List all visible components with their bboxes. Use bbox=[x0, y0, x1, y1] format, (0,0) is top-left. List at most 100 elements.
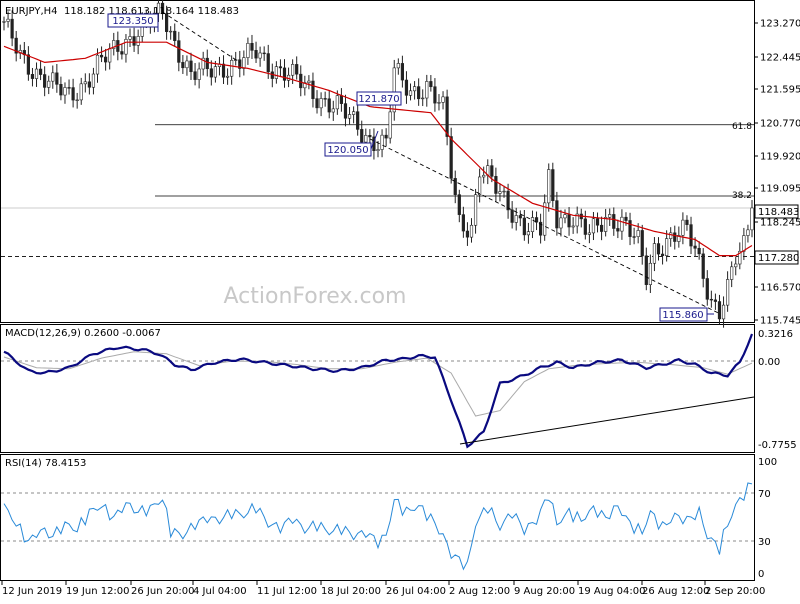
candle-body bbox=[604, 217, 608, 232]
swing-label-top-text: 123.350 bbox=[112, 16, 153, 27]
candle-body bbox=[494, 176, 498, 194]
candle-body bbox=[173, 30, 177, 41]
candle-body bbox=[721, 304, 726, 320]
candle-body bbox=[656, 243, 661, 255]
candle-body bbox=[433, 86, 437, 104]
swing-label-mid-low: 120.050 bbox=[324, 142, 372, 157]
candle-body bbox=[620, 216, 624, 232]
candle-body bbox=[38, 68, 43, 75]
candle-body bbox=[136, 36, 140, 46]
candle-body bbox=[26, 54, 30, 75]
candle-body bbox=[242, 57, 246, 69]
candle-body bbox=[213, 66, 217, 78]
candle-body bbox=[55, 72, 59, 85]
candle-body bbox=[230, 59, 234, 77]
candle-body bbox=[437, 102, 441, 104]
candle-body bbox=[83, 81, 87, 85]
candle-body bbox=[616, 228, 620, 232]
candle-body bbox=[648, 262, 652, 285]
candle-body bbox=[518, 215, 522, 219]
last-price-marker-text: 118.483 bbox=[758, 207, 799, 218]
swing-label-mid-low-text: 120.050 bbox=[327, 145, 368, 156]
candle-body bbox=[75, 99, 79, 101]
candle-body bbox=[412, 86, 417, 92]
candle-body bbox=[189, 60, 193, 73]
last-price-marker: 118.483 bbox=[754, 204, 799, 219]
candle-body bbox=[193, 71, 197, 80]
candle-body bbox=[559, 217, 563, 229]
candle-body bbox=[746, 229, 750, 236]
candle-body bbox=[225, 75, 230, 78]
candle-body bbox=[705, 278, 709, 300]
macd-panel-frame bbox=[0, 324, 755, 453]
candle-body bbox=[506, 190, 510, 211]
candle-body bbox=[685, 219, 689, 225]
candle-body bbox=[128, 36, 132, 40]
eurjpy-h4-chart[interactable]: ActionForex.com EURJPY,H4 118.182 118.61… bbox=[0, 0, 800, 600]
candle-body bbox=[469, 224, 474, 238]
candle-body bbox=[583, 218, 587, 235]
candle-body bbox=[510, 209, 514, 223]
candle-body bbox=[181, 62, 185, 69]
candle-body bbox=[750, 207, 754, 231]
candle-body bbox=[514, 215, 518, 223]
candle-body bbox=[644, 255, 648, 285]
price-y-tick-label: 123.270 bbox=[760, 19, 800, 30]
candle-body bbox=[709, 298, 713, 301]
candle-body bbox=[449, 136, 453, 179]
candle-body bbox=[63, 87, 67, 96]
candle-body bbox=[701, 253, 705, 279]
candle-body bbox=[717, 301, 722, 320]
x-tick-label: 11 Jul 12:00 bbox=[257, 586, 317, 597]
candle-body bbox=[331, 108, 335, 113]
x-tick-label: 19 Jun 12:00 bbox=[66, 586, 130, 597]
swing-label-bottom: 115.860 bbox=[659, 307, 708, 322]
price-y-tick-label: 119.920 bbox=[760, 152, 800, 163]
candle-body bbox=[99, 54, 104, 58]
candle-body bbox=[665, 238, 669, 256]
candle-body bbox=[526, 231, 531, 236]
candle-body bbox=[417, 86, 421, 100]
price-y-tick-label: 115.745 bbox=[760, 316, 800, 327]
candle-body bbox=[246, 43, 250, 58]
price-y-tick-label: 121.595 bbox=[760, 85, 800, 96]
candle-body bbox=[697, 247, 701, 255]
swing-label-bottom-text: 115.860 bbox=[662, 310, 703, 321]
macd-tick-zero: 0.00 bbox=[758, 357, 780, 368]
candle-body bbox=[502, 190, 506, 193]
macd-title: MACD(12,26,9) 0.2600 -0.0067 bbox=[5, 328, 161, 339]
candle-body bbox=[291, 64, 295, 76]
candle-body bbox=[652, 243, 657, 264]
candle-body bbox=[132, 36, 136, 46]
candle-body bbox=[319, 98, 323, 109]
candle-body bbox=[360, 129, 364, 143]
candle-body bbox=[628, 220, 632, 237]
candle-body bbox=[91, 73, 96, 88]
candle-body bbox=[356, 111, 360, 130]
candle-body bbox=[250, 43, 254, 51]
candle-body bbox=[376, 149, 380, 151]
candle-body bbox=[681, 219, 685, 236]
candle-body bbox=[632, 236, 636, 238]
candle-body bbox=[636, 230, 640, 237]
candle-body bbox=[498, 191, 502, 194]
x-tick-label: 12 Jun 2019 bbox=[2, 586, 62, 597]
candle-body bbox=[713, 299, 718, 302]
rsi-tick-100: 100 bbox=[758, 457, 777, 468]
candle-body bbox=[404, 79, 409, 96]
candle-body bbox=[323, 98, 327, 100]
candle-body bbox=[595, 218, 600, 226]
candle-body bbox=[563, 214, 567, 219]
rsi-tick-70: 70 bbox=[758, 489, 771, 500]
candle-body bbox=[30, 74, 35, 79]
x-tick-label: 4 Jul 04:00 bbox=[193, 586, 247, 597]
candle-body bbox=[473, 194, 478, 226]
candle-body bbox=[347, 114, 352, 119]
fib-61-8-label: 61.8 bbox=[732, 122, 752, 132]
candle-body bbox=[567, 214, 571, 228]
candle-body bbox=[640, 230, 644, 257]
candle-body bbox=[461, 214, 465, 232]
candle-body bbox=[221, 63, 226, 78]
macd-y-axis: 0.3216 0.00 -0.7755 bbox=[758, 329, 797, 451]
level-marker-text: 117.280 bbox=[758, 253, 799, 264]
